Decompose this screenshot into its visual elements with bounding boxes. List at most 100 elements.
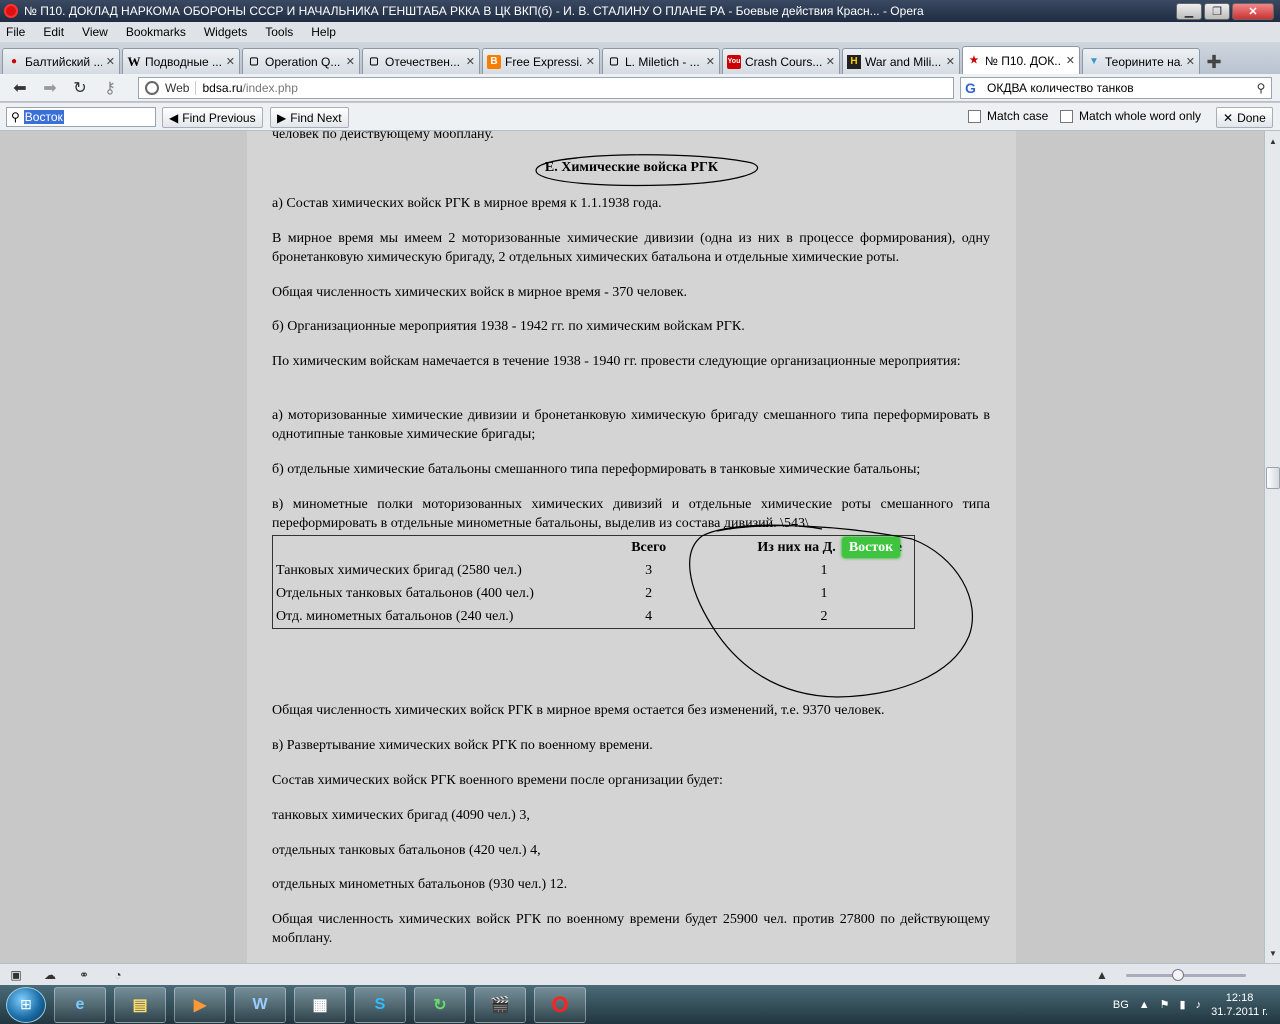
tab-3[interactable]: ▢ Отечествен... ✕ (362, 48, 480, 74)
system-tray: BG ▲ ⚑ ▮ ♪ 12:18 31.7.2011 г. (1113, 985, 1280, 1024)
find-query: Восток (23, 110, 64, 124)
start-button[interactable]: ⊞ (6, 986, 46, 1023)
flag-icon[interactable]: ⚑ (1160, 998, 1170, 1011)
match-case-checkbox[interactable]: Match case (968, 109, 1048, 123)
table-cell: 3 (645, 563, 653, 578)
zoom-knob[interactable] (1172, 969, 1184, 981)
tab-close-icon[interactable]: ✕ (946, 55, 955, 68)
search-value: ОКДВА количество танков (987, 81, 1134, 95)
opera-logo-icon[interactable] (4, 4, 18, 18)
menu-help[interactable]: Help (311, 25, 336, 39)
document-page: человек по действующему мобплану. Е. Хим… (247, 131, 1016, 963)
url-field[interactable]: Web bdsa.ru/index.php (138, 77, 954, 99)
paragraph: Общая численность химических войск в мир… (272, 285, 688, 300)
tab-close-icon[interactable]: ✕ (826, 55, 835, 68)
volume-icon[interactable]: ♪ (1196, 999, 1202, 1011)
tab-close-icon[interactable]: ✕ (346, 55, 355, 68)
taskbar-video-icon[interactable]: 🎬 (474, 986, 526, 1023)
paragraph: По химическим войскам намечается в течен… (272, 354, 961, 369)
tab-bar: ● Балтийский ... ✕ W Подводные ... ✕ ▢ Operat… (0, 42, 1280, 74)
units-table: Всего Из них на Д.е Танковых химических … (272, 535, 915, 629)
paragraph-cut-top: человек по действующему мобплану. (272, 131, 494, 142)
tab-close-icon[interactable]: ✕ (1066, 54, 1075, 67)
tab-close-icon[interactable]: ✕ (586, 55, 595, 68)
taskbar-media-player-icon[interactable]: ▶ (174, 986, 226, 1023)
tab-1[interactable]: W Подводные ... ✕ (122, 48, 240, 74)
minimize-button[interactable]: ▁ (1176, 2, 1202, 20)
paragraph: Состав химических войск РГК военного вре… (272, 773, 723, 788)
menu-edit[interactable]: Edit (43, 25, 64, 39)
scroll-up-icon[interactable]: ▲ (1265, 133, 1280, 149)
clock[interactable]: 12:18 31.7.2011 г. (1211, 991, 1268, 1019)
unite-cloud-icon[interactable]: ☁ (42, 968, 58, 982)
opera-page-icon: ● (10, 56, 18, 67)
done-button[interactable]: ✕ Done (1216, 107, 1273, 128)
menu-widgets[interactable]: Widgets (204, 25, 247, 39)
menu-tools[interactable]: Tools (265, 25, 293, 39)
back-button[interactable]: ⬅ (8, 77, 32, 99)
tab-close-icon[interactable]: ✕ (106, 55, 115, 68)
maximize-button[interactable]: ❐ (1204, 2, 1230, 20)
find-previous-label: Find Previous (182, 110, 256, 125)
find-next-button[interactable]: ▶ Find Next (270, 107, 349, 128)
tab-label: Crash Cours... (745, 54, 822, 69)
page-viewport[interactable]: человек по действующему мобплану. Е. Хим… (0, 131, 1264, 963)
tab-6[interactable]: You Crash Cours... ✕ (722, 48, 840, 74)
tab-2[interactable]: ▢ Operation Q... ✕ (242, 48, 360, 74)
menu-bookmarks[interactable]: Bookmarks (126, 25, 186, 39)
tab-8-active[interactable]: ★ № П10. ДОК... ✕ (962, 46, 1080, 74)
tab-9[interactable]: ▼ Теорините на... ✕ (1082, 48, 1200, 74)
menu-view[interactable]: View (82, 25, 108, 39)
tab-5[interactable]: ▢ L. Miletich - ... ✕ (602, 48, 720, 74)
tab-close-icon[interactable]: ✕ (466, 55, 475, 68)
tab-7[interactable]: H War and Mili... ✕ (842, 48, 960, 74)
match-case-label: Match case (987, 109, 1049, 123)
find-previous-button[interactable]: ◀ Find Previous (162, 107, 263, 128)
find-input[interactable]: ⚲ Восток (6, 107, 156, 127)
taskbar-sync-icon[interactable]: ↻ (414, 986, 466, 1023)
zoom-slider[interactable] (1126, 974, 1246, 977)
table-cell: Отдельных танковых батальонов (400 чел.) (276, 586, 534, 601)
checkbox-box[interactable] (968, 109, 981, 123)
scroll-thumb[interactable] (1266, 467, 1280, 489)
table-cell: 1 (820, 563, 828, 578)
tab-0[interactable]: ● Балтийский ... ✕ (2, 48, 120, 74)
taskbar-word-icon[interactable]: W (234, 986, 286, 1023)
tab-label: № П10. ДОК... (985, 53, 1062, 68)
close-button[interactable]: ✕ (1232, 2, 1274, 20)
search-field[interactable]: G ОКДВА количество танков ⚲ (960, 77, 1272, 99)
taskbar-ie-icon[interactable]: e (54, 986, 106, 1023)
web-label: Web (165, 81, 197, 95)
table-cell: 1 (820, 586, 828, 601)
tab-label: Operation Q... (265, 54, 341, 69)
whole-word-checkbox[interactable]: Match whole word only (1060, 109, 1201, 123)
reload-button[interactable]: ↻ (68, 77, 92, 99)
status-bar: ▣ ☁ ⚭ ◔ ▲ (0, 963, 1280, 985)
taskbar-calculator-icon[interactable]: ▦ (294, 986, 346, 1023)
tab-close-icon[interactable]: ✕ (706, 55, 715, 68)
new-tab-button[interactable]: ✚ (1202, 50, 1226, 74)
language-indicator[interactable]: BG (1113, 999, 1129, 1011)
turbo-icon[interactable]: ◔ (110, 968, 126, 982)
forward-button[interactable]: ➡ (38, 77, 62, 99)
tab-4[interactable]: B Free Expressi... ✕ (482, 48, 600, 74)
tray-expand-icon[interactable]: ▲ (1139, 999, 1150, 1011)
tab-close-icon[interactable]: ✕ (226, 55, 235, 68)
taskbar-explorer-icon[interactable]: ▤ (114, 986, 166, 1023)
checkbox-box[interactable] (1060, 109, 1073, 123)
wand-icon[interactable]: ⚷ (98, 77, 122, 99)
zoom-up-icon[interactable]: ▲ (1094, 968, 1110, 982)
panel-toggle-icon[interactable]: ▣ (8, 968, 24, 982)
search-icon[interactable]: ⚲ (1251, 81, 1271, 95)
google-icon[interactable]: G (965, 80, 981, 96)
tab-close-icon[interactable]: ✕ (1186, 55, 1195, 68)
scroll-down-icon[interactable]: ▼ (1265, 945, 1280, 961)
vertical-scrollbar[interactable]: ▲ ▼ (1264, 131, 1280, 963)
find-bar: ⚲ Восток ◀ Find Previous ▶ Find Next Match… (0, 103, 1280, 131)
taskbar-skype-icon[interactable]: S (354, 986, 406, 1023)
menu-file[interactable]: File (6, 25, 25, 39)
taskbar-opera-icon[interactable]: O (534, 986, 586, 1023)
paragraph: Общая численность химических войск РГК в… (272, 703, 885, 718)
share-icon[interactable]: ⚭ (76, 968, 92, 982)
network-icon[interactable]: ▮ (1180, 998, 1186, 1011)
